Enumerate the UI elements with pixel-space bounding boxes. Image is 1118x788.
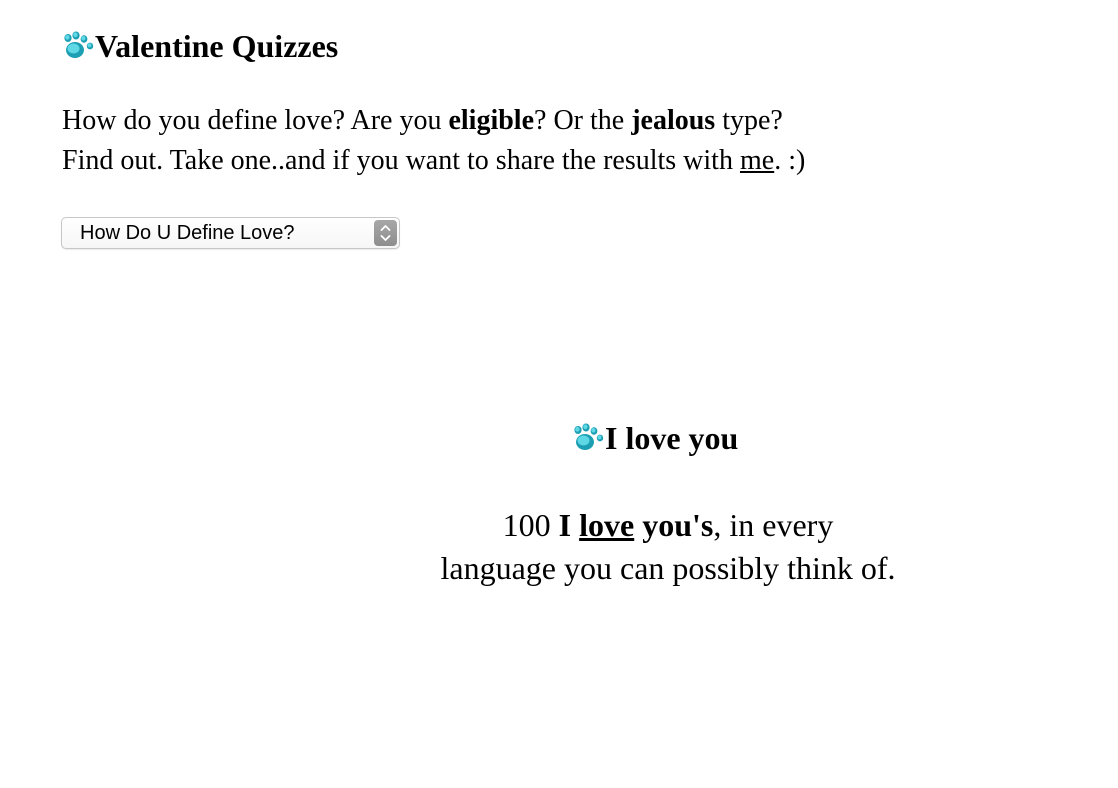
jealous-emphasis: jealous <box>631 105 716 136</box>
quiz-select-value: How Do U Define Love? <box>80 222 295 244</box>
love-link[interactable]: love <box>579 507 634 543</box>
love-title-text: I love you <box>605 420 739 456</box>
eligible-emphasis: eligible <box>448 105 535 136</box>
love-section-title: I love you <box>572 420 738 457</box>
quiz-title-text: Valentine Quizzes <box>95 28 339 64</box>
me-link[interactable]: me <box>740 145 774 176</box>
paw-print-icon <box>572 423 605 453</box>
paw-print-icon <box>62 31 95 61</box>
love-description: 100 I love you's, in every language you … <box>440 507 896 586</box>
quiz-section-title: Valentine Quizzes <box>62 28 338 65</box>
quiz-select[interactable]: How Do U Define Love? <box>61 217 400 249</box>
page: Valentine Quizzes How do you define love… <box>0 0 1118 788</box>
quiz-intro-text: How do you define love? Are you eligible… <box>62 105 806 176</box>
updown-chevron-icon <box>374 220 397 246</box>
